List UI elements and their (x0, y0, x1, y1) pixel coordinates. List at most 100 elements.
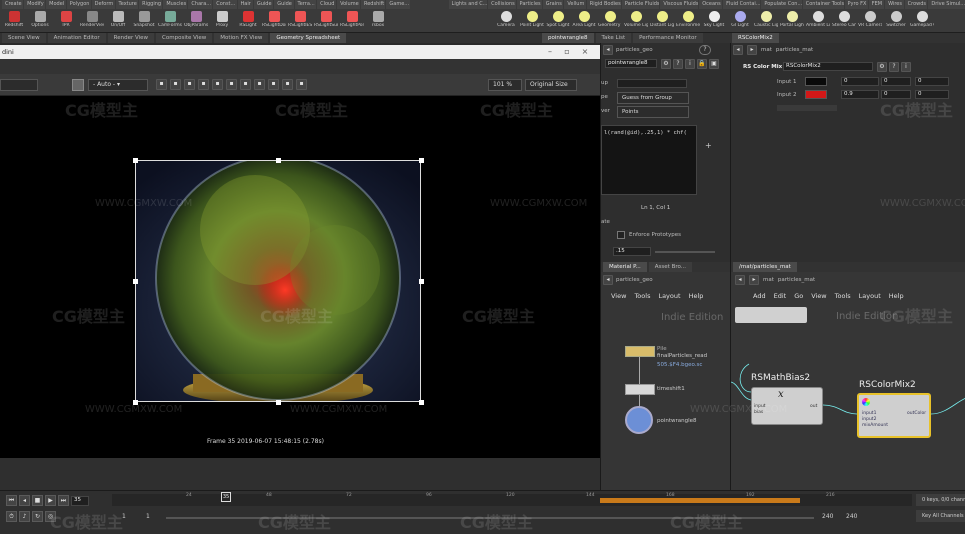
shelf-tool-right-16[interactable]: Gamepad Camera (910, 11, 934, 28)
input1-b[interactable]: 0 (915, 77, 949, 86)
tab-netl-0[interactable]: Material P... (603, 262, 647, 272)
gear-icon[interactable]: ⚙ (661, 59, 671, 69)
shelf-tool-right-11[interactable]: Portal Light (780, 11, 804, 28)
snapshot-icon[interactable]: ▪ (198, 79, 209, 90)
tab-mid-0[interactable]: pointwrangle8 (542, 33, 594, 43)
info-icon[interactable]: i (685, 59, 695, 69)
shelf-tool-right-6[interactable]: Distant Light (650, 11, 674, 28)
render-region-frame[interactable] (135, 160, 421, 402)
tab-mat-network[interactable]: /mat/particles_mat (733, 262, 797, 272)
shelf-tab-right-0[interactable]: Lights and C... (448, 0, 488, 9)
back-icon[interactable]: ◂ (735, 275, 745, 285)
vex-code-editor[interactable]: l(rand(@id),.25,1) * chf( (601, 125, 697, 195)
shelf-tool-right-8[interactable]: Sky Light (702, 11, 726, 28)
menu-add[interactable]: Add (753, 292, 766, 300)
shelf-tab-right-14[interactable]: Wires (885, 0, 904, 9)
zoom-field[interactable]: 101 % (488, 79, 522, 91)
stop-icon[interactable]: ■ (32, 495, 43, 506)
step-back-icon[interactable]: ◂ (19, 495, 30, 506)
shelf-tool-right-1[interactable]: Point Light (520, 11, 544, 28)
shelf-tab-17[interactable]: Game... (386, 0, 411, 9)
shelf-tab-0[interactable]: Create (2, 0, 24, 9)
size-mode-dropdown[interactable]: Original Size (525, 79, 577, 91)
shelf-tab-right-2[interactable]: Particles (516, 0, 542, 9)
shelf-tab-right-3[interactable]: Grains (542, 0, 564, 9)
lock-icon[interactable]: 🔒 (697, 59, 707, 69)
shelf-tab-right-4[interactable]: Vellum (564, 0, 586, 9)
shelf-tool-2[interactable]: IPR (54, 11, 78, 28)
tab-netl-1[interactable]: Asset Bro... (648, 262, 693, 272)
tab-geometry-spreadsheet[interactable]: Geometry Spreadsheet (270, 33, 347, 43)
forward-icon[interactable]: ▸ (749, 275, 759, 285)
shelf-tab-right-16[interactable]: Drive Simul... (928, 0, 965, 9)
tab-render-view[interactable]: Render View (107, 33, 155, 43)
zoom-out-icon[interactable]: ▪ (184, 79, 195, 90)
tab-motion-fx-view[interactable]: Motion FX View (214, 33, 269, 43)
shelf-tool-right-14[interactable]: VR Camera (858, 11, 882, 28)
region-handle-7[interactable] (419, 400, 424, 405)
shelf-tool-6[interactable]: CamForms (158, 11, 182, 28)
region-icon[interactable]: ▪ (226, 79, 237, 90)
menu-go[interactable]: Go (794, 292, 803, 300)
current-frame-field[interactable]: 35 (71, 495, 89, 506)
shelf-tool-3[interactable]: RenderView (80, 11, 104, 28)
tab-scene-view[interactable]: Scene View (2, 33, 46, 43)
shelf-tab-15[interactable]: Volume (337, 0, 360, 9)
key-all-channels-button[interactable]: Key All Channels (916, 510, 965, 522)
channel-dropdown[interactable] (0, 79, 38, 91)
node-name-field[interactable]: pointwrangle8 (605, 59, 657, 68)
shelf-tool-11[interactable]: RSLightIES (288, 11, 312, 28)
gear-icon[interactable]: ⚙ (877, 62, 887, 72)
file-node[interactable] (625, 346, 655, 357)
shelf-tool-right-13[interactable]: Stereo Camera (832, 11, 856, 28)
shelf-tab-right-8[interactable]: Oceans (699, 0, 723, 9)
shelf-tool-8[interactable]: Proxy (210, 11, 234, 28)
add-spare-icon[interactable]: + (705, 141, 712, 150)
region-handle-3[interactable] (133, 279, 138, 284)
help-node-icon[interactable]: ? (673, 59, 683, 69)
back-icon[interactable]: ◂ (603, 45, 613, 55)
value-slider[interactable] (655, 251, 715, 253)
value-field[interactable]: .15 (613, 247, 651, 256)
shelf-tab-14[interactable]: Cloud (317, 0, 337, 9)
shelf-tab-13[interactable]: Terra... (294, 0, 317, 9)
start-frame-2[interactable]: 1 (146, 513, 150, 520)
menu-view[interactable]: View (611, 292, 626, 300)
shelf-tool-right-0[interactable]: Camera (494, 11, 518, 28)
maximize-icon[interactable]: ▫ (562, 47, 572, 57)
obj-network-pane[interactable]: Material P... Asset Bro... ◂ particles_ge… (600, 262, 731, 490)
tab-mid-1[interactable]: Take List (595, 33, 632, 43)
shelf-tab-12[interactable]: Guide (274, 0, 294, 9)
upstream-node[interactable] (735, 307, 807, 323)
shelf-tab-6[interactable]: Rigging (139, 0, 163, 9)
shelf-tool-right-3[interactable]: Area Light (572, 11, 596, 28)
shelf-tab-right-5[interactable]: Rigid Bodies (586, 0, 621, 9)
expand-icon[interactable]: ▣ (709, 59, 719, 69)
histogram-icon[interactable]: ▪ (254, 79, 265, 90)
color-swatch-icon[interactable] (72, 79, 84, 91)
split-icon[interactable]: ▪ (268, 79, 279, 90)
back-icon[interactable]: ◂ (733, 45, 743, 55)
shelf-tab-8[interactable]: Chara... (188, 0, 213, 9)
rs-node-name-field[interactable]: RSColorMix2 (783, 62, 873, 71)
tab-composite-view[interactable]: Composite View (156, 33, 213, 43)
shelf-tab-right-15[interactable]: Crowds (904, 0, 928, 9)
end-frame-2[interactable]: 240 (846, 513, 857, 520)
audio-icon[interactable]: ♪ (19, 511, 30, 522)
shelf-tool-right-10[interactable]: Caustic Light (754, 11, 778, 28)
region-handle-6[interactable] (276, 400, 281, 405)
tab-right-0[interactable]: RSColorMix2 (732, 33, 779, 43)
pixel-icon[interactable]: ▪ (240, 79, 251, 90)
shelf-tab-5[interactable]: Texture (115, 0, 139, 9)
shelf-tool-right-5[interactable]: Volume Light (624, 11, 648, 28)
shelf-tool-12[interactable]: RSLightSun (314, 11, 338, 28)
shelf-tab-9[interactable]: Const... (213, 0, 237, 9)
shelf-tab-right-1[interactable]: Collisions (488, 0, 516, 9)
shelf-tool-9[interactable]: RSLight (236, 11, 260, 28)
shelf-tab-right-10[interactable]: Populate Con... (761, 0, 802, 9)
help-node-icon[interactable]: ? (889, 62, 899, 72)
loop-icon[interactable]: ↻ (32, 511, 43, 522)
shelf-tool-1[interactable]: Options (28, 11, 52, 28)
export-icon[interactable]: ▪ (296, 79, 307, 90)
zoom-in-icon[interactable]: ▪ (170, 79, 181, 90)
